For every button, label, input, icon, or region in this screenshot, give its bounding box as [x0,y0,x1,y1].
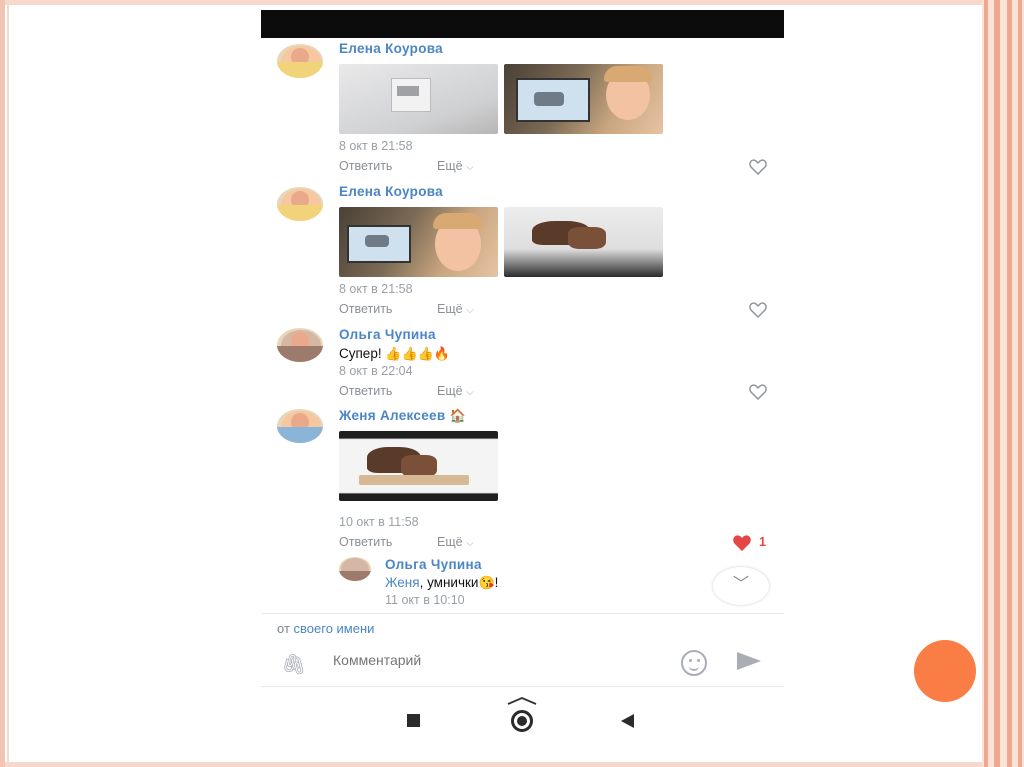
chevron-up-icon[interactable] [507,696,537,706]
chevron-down-icon: ⌵ [466,538,474,549]
comment-photo[interactable] [339,207,498,277]
chevron-down-icon: ﹀ [732,576,749,593]
thumbs-up-emoji: 👍👍👍🔥 [385,346,451,361]
comment-date: 8 окт в 22:04 [339,364,413,378]
slide-frame-left [0,0,5,767]
divider [261,613,784,614]
android-nav-bar [261,696,784,747]
comment-author[interactable]: Ольга Чупина [385,557,482,572]
like-count: 1 [759,535,766,549]
more-button[interactable]: Ещё ⌵ [437,159,474,173]
chevron-down-icon: ⌵ [466,305,474,316]
reply-button[interactable]: Ответить [339,159,392,173]
slide-orange-circle [914,640,976,702]
square-icon[interactable] [407,714,420,727]
avatar[interactable] [277,409,323,443]
more-button[interactable]: Ещё ⌵ [437,384,474,398]
avatar[interactable] [277,328,323,362]
slide-frame-bottom [0,762,1024,767]
more-button[interactable]: Ещё ⌵ [437,302,474,316]
comment-input[interactable] [333,652,653,668]
comment-photo[interactable] [339,64,498,134]
comment-author[interactable]: Женя Алексеев 🏠 [339,408,466,424]
phone-screenshot: Елена Коурова 8 окт в 21:58 Ответить Ещё… [261,10,784,747]
comment-text: Супер! 👍👍👍🔥 [339,346,451,361]
heart-icon[interactable] [749,159,767,175]
reply-comment-item: Ольга Чупина Женя, умнички😘! 11 окт в 10… [261,555,784,615]
comment-date: 8 окт в 21:58 [339,139,413,153]
send-icon[interactable] [737,652,761,670]
reply-button[interactable]: Ответить [339,384,392,398]
avatar[interactable] [277,187,323,221]
comment-item: Женя Алексеев 🏠 10 окт в 11:58 Ответить … [261,405,784,551]
avatar[interactable] [339,557,371,581]
comment-date: 8 окт в 21:58 [339,282,413,296]
comment-date: 10 окт в 11:58 [339,515,419,529]
heart-icon[interactable] [749,384,767,400]
status-bar [261,10,784,38]
comment-photo[interactable] [504,207,663,277]
back-triangle-icon[interactable] [621,714,634,728]
comment-author[interactable]: Елена Коурова [339,41,443,56]
comment-author[interactable]: Ольга Чупина [339,327,436,342]
reply-button[interactable]: Ответить [339,302,392,316]
comment-item: Ольга Чупина Супер! 👍👍👍🔥 8 окт в 22:04 О… [261,324,784,405]
comment-photo[interactable] [339,431,498,501]
slide-frame-left-line [7,0,9,767]
mention-link[interactable]: Женя [385,575,420,590]
comment-author[interactable]: Елена Коурова [339,184,443,199]
home-circle-icon[interactable] [511,710,533,732]
slide-frame-top [0,0,1024,5]
house-emoji: 🏠 [449,408,467,423]
scroll-down-button[interactable]: ﹀ [713,567,769,605]
comment-date: 11 окт в 10:10 [385,593,465,607]
comment-item: Елена Коурова 8 окт в 21:58 Ответить Ещё… [261,181,784,324]
divider [261,686,784,687]
smile-icon[interactable] [681,650,707,676]
comment-photo[interactable] [504,64,663,134]
more-button[interactable]: Ещё ⌵ [437,535,474,549]
reply-button[interactable]: Ответить [339,535,392,549]
comment-text: Женя, умнички😘! [385,575,499,590]
heart-icon[interactable] [733,535,751,551]
kiss-emoji: 😘 [478,575,495,590]
chevron-down-icon: ⌵ [466,387,474,398]
paperclip-icon[interactable]: 🖇 [281,652,306,677]
chevron-down-icon: ⌵ [466,162,474,173]
post-as-line: от своего имени [277,621,375,636]
slide-frame-right [982,0,1024,767]
comment-input-bar: 🖇 [261,640,784,686]
heart-icon[interactable] [749,302,767,318]
post-as-link[interactable]: своего имени [294,621,375,636]
avatar[interactable] [277,44,323,78]
comment-item: Елена Коурова 8 окт в 21:58 Ответить Ещё… [261,38,784,181]
